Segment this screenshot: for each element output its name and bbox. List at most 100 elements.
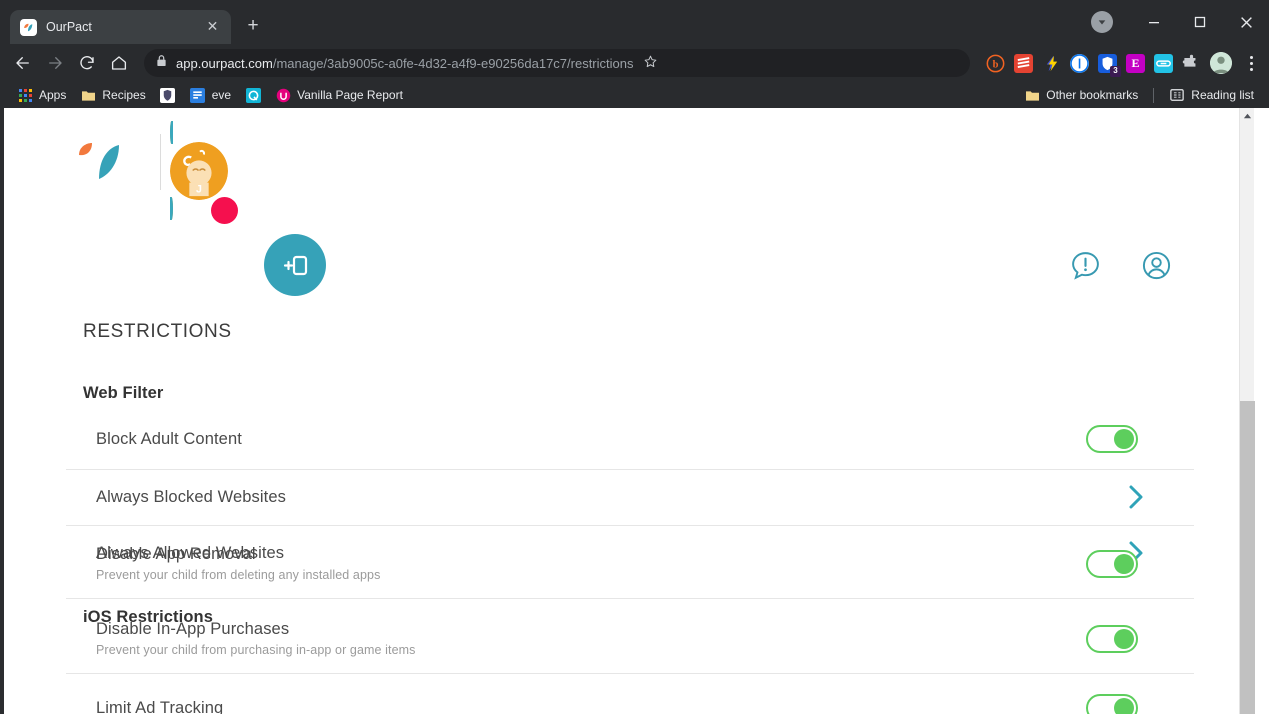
section-heading-web-filter: Web Filter	[83, 384, 164, 402]
browser-tab-ourpact[interactable]: OurPact ✕	[10, 10, 231, 44]
lightning-extension-icon[interactable]	[1042, 53, 1061, 73]
bookmarks-divider	[1153, 87, 1155, 103]
kebab-menu-icon[interactable]	[1241, 52, 1261, 74]
chevron-right-icon[interactable]	[1125, 484, 1147, 510]
bookmark-other-bookmarks[interactable]: Other bookmarks	[1017, 85, 1145, 105]
bookmark-label: Apps	[39, 88, 67, 102]
quora-icon	[245, 87, 261, 103]
extension-badge-count: 3	[1110, 65, 1121, 77]
toggle-knob	[1114, 698, 1134, 714]
row-title: Block Adult Content	[96, 429, 242, 448]
toggle-knob	[1114, 429, 1134, 449]
close-icon[interactable]: ✕	[204, 18, 221, 36]
1password-extension-icon[interactable]	[1070, 53, 1089, 73]
evernote-extension-icon[interactable]: E	[1126, 53, 1145, 73]
row-subtitle: Prevent your child from purchasing in-ap…	[96, 643, 416, 657]
url-domain: app.ourpact.com	[176, 55, 273, 71]
extensions-area: b 3 E	[980, 52, 1261, 77]
bookmark-quora[interactable]	[238, 85, 268, 105]
row-block-adult-content[interactable]: Block Adult Content	[66, 425, 1194, 453]
toggle-disable-in-app-purchases[interactable]	[1086, 624, 1138, 653]
toggle-knob	[1114, 628, 1134, 649]
ourpact-leaf-logo[interactable]	[75, 139, 127, 183]
profile-avatar-icon[interactable]	[1210, 52, 1232, 74]
minimize-icon[interactable]	[1131, 0, 1177, 44]
folder-icon	[80, 87, 96, 103]
bookmark-label: eve	[211, 88, 232, 102]
page-scrollbar[interactable]	[1239, 108, 1255, 714]
ourpact-leaf-favicon	[20, 18, 37, 36]
row-divider	[66, 525, 1194, 526]
todoist-extension-icon[interactable]	[1014, 53, 1033, 73]
window-close-icon[interactable]	[1223, 0, 1269, 44]
window-controls	[1091, 0, 1269, 44]
honey-extension-icon[interactable]: b	[986, 53, 1005, 73]
folder-icon	[1024, 87, 1040, 103]
account-circle-icon[interactable]	[1141, 250, 1172, 286]
row-title: Limit Ad Tracking	[96, 698, 224, 714]
scrollbar-thumb[interactable]	[1240, 401, 1255, 714]
notification-dot	[211, 197, 238, 224]
tab-title: OurPact	[46, 20, 92, 34]
row-disable-app-removal[interactable]: Disable App Removal Prevent your child f…	[66, 545, 1194, 582]
title-bar: OurPact ✕ +	[0, 0, 1269, 44]
blue-doc-icon	[190, 87, 206, 103]
svg-text:J: J	[196, 183, 202, 195]
bookmark-label: Recipes	[102, 88, 146, 102]
new-tab-button[interactable]: +	[239, 13, 267, 41]
row-label-box: Disable App Removal Prevent your child f…	[66, 545, 380, 582]
row-label-box: Block Adult Content	[66, 430, 242, 449]
reading-list-icon	[1169, 87, 1185, 103]
brave-shield-icon	[160, 87, 176, 103]
browser-window: OurPact ✕ + app.ourpact.com/manage/3ab90…	[0, 0, 1269, 714]
reload-icon[interactable]	[72, 48, 102, 78]
url-path: /manage/3ab9005c-a0fe-4d32-a4f9-e90256da…	[272, 55, 634, 71]
star-icon[interactable]	[643, 54, 658, 72]
scrollbar-up-arrow[interactable]	[1240, 108, 1255, 123]
tab-strip: OurPact ✕ +	[0, 0, 267, 44]
back-arrow-icon[interactable]	[8, 48, 38, 78]
toggle-disable-app-removal[interactable]	[1086, 549, 1138, 578]
browser-toolbar: app.ourpact.com/manage/3ab9005c-a0fe-4d3…	[0, 44, 1269, 82]
page-title: RESTRICTIONS	[83, 321, 232, 342]
bookmark-eve[interactable]: eve	[183, 85, 238, 105]
address-bar[interactable]: app.ourpact.com/manage/3ab9005c-a0fe-4d3…	[144, 49, 970, 77]
child-avatar[interactable]: J	[170, 121, 238, 224]
ourpact-page: J RESTRICTIONS Web Filter Block Adult Co…	[4, 108, 1255, 714]
apps-grid-icon	[17, 87, 33, 103]
header-actions	[1070, 250, 1172, 286]
toggle-knob	[1114, 553, 1134, 574]
url-text: app.ourpact.com/manage/3ab9005c-a0fe-4d3…	[176, 56, 634, 71]
page-viewport: J RESTRICTIONS Web Filter Block Adult Co…	[0, 108, 1269, 714]
forward-arrow-icon[interactable]	[40, 48, 70, 78]
row-title: Disable In-App Purchases	[96, 620, 290, 638]
bookmark-recipes[interactable]: Recipes	[73, 85, 152, 105]
row-divider	[66, 673, 1194, 674]
maximize-icon[interactable]	[1177, 0, 1223, 44]
bookmark-reading-list[interactable]: Reading list	[1162, 85, 1261, 105]
row-divider	[66, 598, 1194, 599]
app-header: J	[4, 108, 1254, 296]
add-device-icon[interactable]	[264, 234, 326, 296]
link-extension-icon[interactable]	[1154, 53, 1173, 73]
toggle-block-adult-content[interactable]	[1086, 425, 1138, 453]
row-title: Disable App Removal	[96, 545, 256, 563]
bookmark-brave[interactable]	[153, 85, 183, 105]
toggle-limit-ad-tracking[interactable]	[1086, 694, 1138, 714]
header-divider	[160, 134, 161, 190]
bookmark-vanilla-page-report[interactable]: Vanilla Page Report	[268, 85, 410, 105]
bookmark-label: Reading list	[1191, 88, 1254, 102]
magenta-circle-icon	[275, 87, 291, 103]
row-limit-ad-tracking[interactable]: Limit Ad Tracking	[66, 694, 1194, 714]
bookmark-apps[interactable]: Apps	[10, 85, 73, 105]
bitwarden-extension-icon[interactable]: 3	[1098, 53, 1121, 77]
download-chevron-icon[interactable]	[1091, 11, 1113, 33]
alert-bubble-icon[interactable]	[1070, 250, 1101, 286]
row-always-blocked-websites[interactable]: Always Blocked Websites	[66, 484, 1194, 510]
row-disable-in-app-purchases[interactable]: Disable In-App Purchases Prevent your ch…	[66, 620, 1194, 657]
lock-icon	[156, 54, 167, 72]
bookmark-label: Other bookmarks	[1046, 88, 1139, 102]
home-icon[interactable]	[104, 48, 134, 78]
puzzle-extensions-icon[interactable]	[1182, 53, 1201, 73]
svg-text:b: b	[993, 59, 999, 70]
